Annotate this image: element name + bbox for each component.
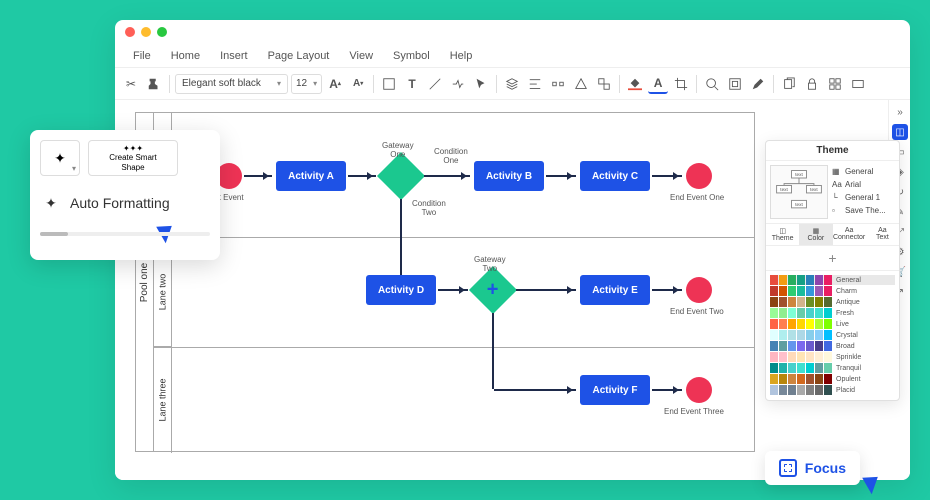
slider[interactable] — [40, 232, 210, 236]
palette-row-antique[interactable]: Antique — [770, 297, 895, 307]
activity-d[interactable]: Activity D — [366, 275, 436, 305]
gateway-one[interactable] — [377, 152, 425, 200]
svg-text:text: text — [795, 202, 803, 207]
auto-formatting-button[interactable]: ✦ Auto Formatting — [40, 186, 210, 220]
font-color-icon[interactable]: A — [648, 74, 668, 94]
cut-icon[interactable]: ✂ — [121, 74, 141, 94]
menu-home[interactable]: Home — [161, 46, 210, 66]
distribute-icon[interactable] — [548, 74, 568, 94]
theme-opt-general1[interactable]: └General 1 — [832, 191, 895, 204]
end-event-three[interactable] — [686, 377, 712, 403]
minimize-dot[interactable] — [141, 27, 151, 37]
end-event-one[interactable] — [686, 163, 712, 189]
activity-a[interactable]: Activity A — [276, 161, 346, 191]
palette-row-fresh[interactable]: Fresh — [770, 308, 895, 318]
theme-tab-text[interactable]: AaText — [866, 224, 899, 245]
end-two-label: End Event Two — [670, 307, 724, 316]
palette-row-general[interactable]: General — [770, 275, 895, 285]
palette-row-sprinkle[interactable]: Sprinkle — [770, 352, 895, 362]
end-event-two[interactable] — [686, 277, 712, 303]
activity-e[interactable]: Activity E — [580, 275, 650, 305]
font-size-select[interactable]: 12▾ — [291, 74, 322, 94]
lock-icon[interactable] — [802, 74, 822, 94]
font-decrease-icon[interactable]: A▾ — [348, 74, 368, 94]
lane-header-3[interactable]: Lane three — [154, 347, 172, 453]
theme-tab-icon[interactable]: ◫ — [892, 124, 908, 140]
palette-row-crystal[interactable]: Crystal — [770, 330, 895, 340]
palette-list: GeneralCharmAntiqueFreshLiveCrystalBroad… — [766, 271, 899, 400]
swimlane: Pool one Lane one Lane two Lane three St… — [135, 112, 755, 452]
theme-panel: Theme texttexttexttext ▦General AaArial … — [765, 140, 900, 401]
font-increase-icon[interactable]: A▴ — [325, 74, 345, 94]
theme-add-button[interactable]: + — [766, 246, 899, 271]
menu-symbol[interactable]: Symbol — [383, 46, 440, 66]
focus-icon — [779, 459, 797, 477]
menu-view[interactable]: View — [339, 46, 383, 66]
text-icon[interactable]: T — [402, 74, 422, 94]
gateway-two-label: Gateway Two — [474, 255, 506, 273]
menu-page-layout[interactable]: Page Layout — [258, 46, 340, 66]
fit-icon[interactable] — [725, 74, 745, 94]
activity-c[interactable]: Activity C — [580, 161, 650, 191]
sparkle-icon-2: ✦ — [40, 192, 62, 214]
font-select[interactable]: Elegant soft black▾ — [175, 74, 288, 94]
toolbar: ✂ Elegant soft black▾ 12▾ A▴ A▾ T A — [115, 68, 910, 100]
create-smart-shape-button[interactable]: ✦✦✦Create Smart Shape — [88, 140, 178, 176]
close-dot[interactable] — [125, 27, 135, 37]
condition-two-label: Condition Two — [412, 199, 446, 217]
shape-icon[interactable] — [379, 74, 399, 94]
align-icon[interactable] — [525, 74, 545, 94]
end-one-label: End Event One — [670, 193, 724, 202]
activity-f[interactable]: Activity F — [580, 375, 650, 405]
pen-icon[interactable] — [748, 74, 768, 94]
menu-insert[interactable]: Insert — [210, 46, 258, 66]
connector-icon[interactable] — [448, 74, 468, 94]
menu-file[interactable]: File — [123, 46, 161, 66]
fill-icon[interactable] — [625, 74, 645, 94]
svg-text:text: text — [810, 187, 818, 192]
zoom-icon[interactable] — [702, 74, 722, 94]
theme-preview[interactable]: text text text text — [770, 165, 828, 219]
maximize-dot[interactable] — [157, 27, 167, 37]
end-three-label: End Event Three — [664, 407, 724, 416]
palette-row-opulent[interactable]: Opulent — [770, 374, 895, 384]
theme-tab-theme[interactable]: ◫Theme — [766, 224, 799, 245]
palette-row-placid[interactable]: Placid — [770, 385, 895, 395]
palette-row-charm[interactable]: Charm — [770, 286, 895, 296]
theme-title: Theme — [766, 141, 899, 161]
theme-tab-connector[interactable]: AaConnector — [833, 224, 866, 245]
svg-text:text: text — [780, 187, 788, 192]
gateway-one-label: Gateway One — [382, 141, 414, 159]
sparkle-icon[interactable]: ✦▾ — [40, 140, 80, 176]
theme-tab-color[interactable]: ▦Color — [799, 224, 832, 245]
menubar: File Home Insert Page Layout View Symbol… — [115, 44, 910, 68]
layer-icon[interactable] — [502, 74, 522, 94]
crop-icon[interactable] — [671, 74, 691, 94]
condition-one-label: Condition One — [434, 147, 468, 165]
focus-button[interactable]: Focus — [765, 451, 860, 485]
copy-icon[interactable] — [779, 74, 799, 94]
format-painter-icon[interactable] — [144, 74, 164, 94]
auto-formatting-callout: ✦▾ ✦✦✦Create Smart Shape ✦ Auto Formatti… — [30, 130, 220, 260]
menu-help[interactable]: Help — [440, 46, 483, 66]
grid-icon[interactable] — [825, 74, 845, 94]
theme-opt-save[interactable]: ▫Save The... — [832, 204, 895, 217]
collapse-icon[interactable]: » — [892, 104, 908, 120]
warning-icon[interactable] — [571, 74, 591, 94]
gateway-two[interactable] — [469, 266, 517, 314]
palette-row-broad[interactable]: Broad — [770, 341, 895, 351]
pointer-icon[interactable] — [471, 74, 491, 94]
group-icon[interactable] — [594, 74, 614, 94]
line-icon[interactable] — [425, 74, 445, 94]
activity-b[interactable]: Activity B — [474, 161, 544, 191]
theme-opt-arial[interactable]: AaArial — [832, 178, 895, 191]
titlebar — [115, 20, 910, 44]
more-icon[interactable] — [848, 74, 868, 94]
palette-row-live[interactable]: Live — [770, 319, 895, 329]
theme-opt-general[interactable]: ▦General — [832, 165, 895, 178]
palette-row-tranquil[interactable]: Tranquil — [770, 363, 895, 373]
svg-text:text: text — [795, 172, 803, 177]
